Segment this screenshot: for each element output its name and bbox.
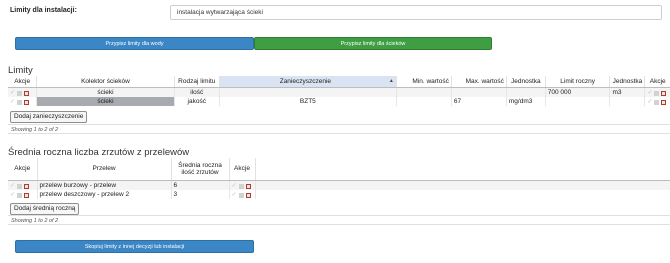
installation-select[interactable]: instalacja wytwarzająca ścieki xyxy=(170,5,662,20)
col-header-actions: Akcje xyxy=(8,76,37,88)
cell-unit xyxy=(505,87,546,97)
edit-icon[interactable]: ✓ xyxy=(10,183,15,189)
cell-pollutant: BZT5 xyxy=(218,96,397,106)
col-header-annual-unit[interactable]: Jednostka xyxy=(609,76,645,88)
row-actions: ✓ xyxy=(10,183,29,189)
col-header-min-value[interactable]: Min. wartość xyxy=(395,76,452,88)
row-actions: ✓ xyxy=(10,99,29,105)
row-actions-right: ✓ xyxy=(647,99,667,105)
table-row: ✓ ścieki ilość 700 000 m3 ✓ xyxy=(8,87,670,97)
edit-icon[interactable]: ✓ xyxy=(647,90,652,96)
cell-collector: ścieki xyxy=(36,87,175,97)
cell-annual-unit xyxy=(609,96,645,106)
row-spacer xyxy=(254,189,670,199)
overflows-section-title: Średnia roczna liczba zrzutów z przelewó… xyxy=(8,147,190,158)
copy-icon[interactable] xyxy=(17,99,22,105)
delete-icon[interactable] xyxy=(661,90,667,96)
col-header-actions-right: Akcje xyxy=(228,158,255,181)
row-spacer xyxy=(254,180,670,190)
row-actions: ✓ xyxy=(10,90,29,96)
delete-icon[interactable] xyxy=(24,90,29,96)
row-actions-right: ✓ xyxy=(232,183,251,189)
edit-icon[interactable]: ✓ xyxy=(10,192,15,198)
copy-limits-button[interactable]: Skopiuj limity z innej decyzji lub insta… xyxy=(15,240,254,253)
cell-limit-type: jakość xyxy=(173,96,220,106)
cell-min-value xyxy=(395,87,452,97)
copy-icon[interactable] xyxy=(17,192,22,198)
copy-icon[interactable] xyxy=(17,183,22,189)
cell-collector: ścieki xyxy=(36,96,175,106)
edit-icon[interactable]: ✓ xyxy=(10,99,15,105)
col-header-pollutant[interactable]: Zanieczyszczenie ▲ xyxy=(218,76,397,88)
limits-table-info: Showing 1 to 2 of 2 xyxy=(8,124,670,134)
cell-annual-limit: 700 000 xyxy=(544,87,610,97)
delete-icon[interactable] xyxy=(245,192,251,198)
table-row: ✓ ścieki jakość BZT5 67 mg/dm3 ✓ xyxy=(8,96,670,106)
edit-icon[interactable]: ✓ xyxy=(232,192,237,198)
cell-annual-limit xyxy=(544,96,610,106)
col-header-unit[interactable]: Jednostka xyxy=(505,76,546,88)
cell-annual-unit: m3 xyxy=(609,87,645,97)
col-header-pollutant-label: Zanieczyszczenie xyxy=(279,77,332,85)
add-pollutant-button[interactable]: Dodaj zanieczyszczenie xyxy=(10,111,88,123)
col-header-overflow[interactable]: Przelew xyxy=(36,158,171,181)
cell-unit: mg/dm3 xyxy=(505,96,546,106)
cell-pollutant xyxy=(218,87,397,97)
cell-overflow-name: przelew deszczowy - przelew 2 xyxy=(36,189,171,199)
table-row: ✓ przelew deszczowy - przelew 2 3 ✓ xyxy=(8,189,670,199)
cell-limit-type: ilość xyxy=(173,87,220,97)
edit-icon[interactable]: ✓ xyxy=(10,90,15,96)
delete-icon[interactable] xyxy=(24,99,29,105)
copy-icon[interactable] xyxy=(17,90,22,96)
add-average-button[interactable]: Dodaj średnią roczną xyxy=(10,203,80,215)
limits-table: Akcje Kolektor ścieków Rodzaj limitu Zan… xyxy=(8,76,670,106)
sort-asc-icon: ▲ xyxy=(388,77,394,84)
col-header-average-discharges[interactable]: Średnia roczna ilość zrzutów xyxy=(170,158,229,181)
table-row: ✓ przelew burzowy - przelew 6 ✓ xyxy=(8,180,670,190)
row-actions-right: ✓ xyxy=(647,90,667,96)
overflows-table-info: Showing 1 to 2 of 2 xyxy=(8,215,670,225)
delete-icon[interactable] xyxy=(24,192,29,198)
cell-average-count: 3 xyxy=(170,189,229,199)
assign-sewage-limits-button[interactable]: Przypisz limity dla ścieków xyxy=(254,37,492,50)
col-header-annual-limit[interactable]: Limit roczny xyxy=(544,76,610,88)
cell-max-value: 67 xyxy=(450,96,507,106)
col-header-actions-right: Akcje xyxy=(644,76,670,88)
col-header-limit-type[interactable]: Rodzaj limitu xyxy=(173,76,220,88)
row-actions: ✓ xyxy=(10,192,29,198)
delete-icon[interactable] xyxy=(245,183,251,189)
col-header-max-value[interactable]: Max. wartość xyxy=(450,76,507,88)
cell-overflow-name: przelew burzowy - przelew xyxy=(36,180,171,190)
delete-icon[interactable] xyxy=(661,99,667,105)
copy-icon[interactable] xyxy=(238,183,244,189)
cell-max-value xyxy=(450,87,507,97)
col-header-actions: Akcje xyxy=(8,158,37,181)
limits-section-title: Limity xyxy=(8,65,33,76)
copy-icon[interactable] xyxy=(654,90,660,96)
cell-average-count: 6 xyxy=(170,180,229,190)
edit-icon[interactable]: ✓ xyxy=(647,99,652,105)
col-header-spacer xyxy=(254,158,670,181)
overflows-table: Akcje Przelew Średnia roczna ilość zrzut… xyxy=(8,158,670,199)
edit-icon[interactable]: ✓ xyxy=(232,183,237,189)
delete-icon[interactable] xyxy=(24,183,29,189)
copy-icon[interactable] xyxy=(654,99,660,105)
cell-min-value xyxy=(395,96,452,106)
assign-water-limits-button[interactable]: Przypisz limity dla wody xyxy=(15,37,254,50)
limits-for-installation-label: Limity dla instalacji: xyxy=(10,7,77,14)
row-actions-right: ✓ xyxy=(232,192,251,198)
copy-icon[interactable] xyxy=(238,192,244,198)
col-header-collector[interactable]: Kolektor ścieków xyxy=(36,76,175,88)
